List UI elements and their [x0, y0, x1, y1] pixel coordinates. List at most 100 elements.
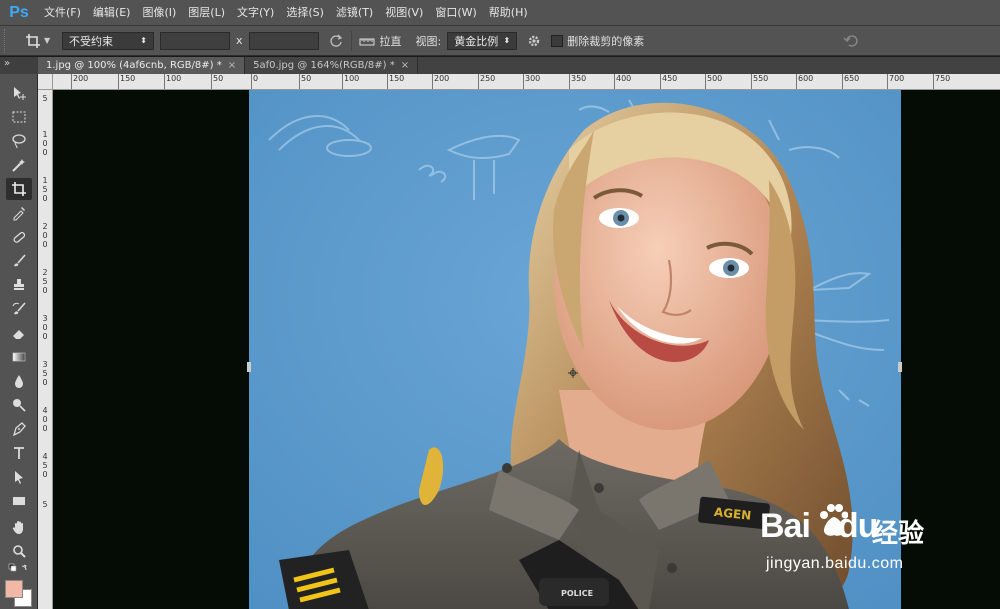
menu-select[interactable]: 选择(S)	[280, 0, 330, 26]
ruler-tick: 200	[431, 74, 450, 89]
ruler-tick: 4 5 0	[42, 452, 48, 479]
ruler-tick: 550	[750, 74, 769, 89]
crop-preset-arrow-icon[interactable]: ▼	[44, 36, 54, 45]
document-tabs: 1.jpg @ 100% (4af6cnb, RGB/8#) * × 5af0.…	[38, 57, 1000, 74]
crop-tool-icon[interactable]	[6, 178, 32, 200]
ruler-tick: 650	[841, 74, 860, 89]
ratio-select-value: 不受约束	[69, 34, 113, 48]
straighten-label[interactable]: 拉直	[380, 33, 402, 49]
eraser-tool-icon[interactable]	[6, 322, 32, 344]
crop-handle-left[interactable]	[247, 362, 251, 372]
view-label: 视图:	[415, 34, 442, 48]
crop-handle-right[interactable]	[898, 362, 902, 372]
gradient-tool-icon[interactable]	[6, 346, 32, 368]
menu-image[interactable]: 图像(I)	[136, 0, 182, 26]
ruler-tick: 200	[70, 74, 89, 89]
delete-cropped-option[interactable]: 删除裁剪的像素	[551, 33, 644, 49]
horizontal-ruler[interactable]: 200 150 100 50 0 50 100 150 200 250 300 …	[53, 74, 1000, 90]
ruler-tick: 400	[613, 74, 632, 89]
eyedropper-icon[interactable]	[6, 202, 32, 224]
healing-brush-icon[interactable]	[6, 226, 32, 248]
lasso-tool-icon[interactable]	[6, 130, 32, 152]
ruler-tick: 500	[704, 74, 723, 89]
menu-view[interactable]: 视图(V)	[379, 0, 429, 26]
menu-type[interactable]: 文字(Y)	[231, 0, 280, 26]
ruler-tick: 100	[163, 74, 182, 89]
menu-edit[interactable]: 编辑(E)	[87, 0, 137, 26]
ruler-tick: 50	[298, 74, 312, 89]
ruler-tick: 350	[568, 74, 587, 89]
menu-help[interactable]: 帮助(H)	[483, 0, 534, 26]
stamp-tool-icon[interactable]	[6, 274, 32, 296]
ruler-tick: 250	[477, 74, 496, 89]
ruler-tick: 2 5 0	[42, 268, 48, 295]
rectangle-tool-icon[interactable]	[6, 490, 32, 512]
menu-file[interactable]: 文件(F)	[38, 0, 87, 26]
ruler-tick: 5	[42, 94, 48, 103]
width-input[interactable]	[160, 31, 230, 50]
foreground-color-swatch[interactable]	[5, 580, 23, 598]
crop-preset-icon[interactable]	[22, 30, 44, 52]
ruler-tick: 5	[42, 500, 48, 509]
view-select[interactable]: 黄金比例 ⬍	[447, 31, 518, 50]
ruler-tick: 0	[250, 74, 259, 89]
ruler-tick: 3 5 0	[42, 360, 48, 387]
vertical-ruler[interactable]: 5 1 0 0 1 5 0 2 0 0 2 5 0 3 0 0 3 5 0 4 …	[38, 90, 53, 609]
tab-document-1-label: 1.jpg @ 100% (4af6cnb, RGB/8#) *	[46, 60, 222, 71]
menu-filter[interactable]: 滤镜(T)	[330, 0, 379, 26]
default-colors-icon[interactable]	[6, 562, 32, 576]
close-icon[interactable]: ×	[401, 60, 409, 71]
baidu-watermark: Bai du 经验 jingyan.baidu.com	[760, 503, 960, 587]
ruler-tick: 1 5 0	[42, 176, 48, 203]
dodge-tool-icon[interactable]	[6, 394, 32, 416]
options-divider	[350, 30, 352, 51]
history-brush-icon[interactable]	[6, 298, 32, 320]
ruler-tick: 4 0 0	[42, 406, 48, 433]
tab-document-1[interactable]: 1.jpg @ 100% (4af6cnb, RGB/8#) * ×	[38, 57, 246, 74]
tab-document-2[interactable]: 5af0.jpg @ 164%(RGB/8#) * ×	[245, 57, 419, 74]
view-select-value: 黄金比例	[454, 34, 499, 48]
brush-tool-icon[interactable]	[6, 250, 32, 272]
magic-wand-icon[interactable]	[6, 154, 32, 176]
marquee-tool-icon[interactable]	[6, 106, 32, 128]
tab-document-2-label: 5af0.jpg @ 164%(RGB/8#) *	[253, 60, 395, 71]
crop-settings-gear-icon[interactable]	[523, 30, 545, 52]
ruler-origin[interactable]	[38, 74, 53, 90]
ruler-tick: 50	[210, 74, 224, 89]
zoom-tool-icon[interactable]	[6, 540, 32, 562]
ruler-tick: 3 0 0	[42, 314, 48, 341]
delete-cropped-label: 删除裁剪的像素	[567, 34, 645, 48]
straighten-icon[interactable]	[356, 30, 378, 52]
menu-bar: Ps 文件(F) 编辑(E) 图像(I) 图层(L) 文字(Y) 选择(S) 滤…	[0, 0, 1000, 26]
ruler-tick: 150	[386, 74, 405, 89]
ruler-tick: 750	[932, 74, 951, 89]
pen-tool-icon[interactable]	[6, 418, 32, 440]
move-tool-icon[interactable]	[6, 82, 32, 104]
size-separator: x	[236, 34, 243, 47]
menu-window[interactable]: 窗口(W)	[429, 0, 482, 26]
canvas-workspace[interactable]: POLICE AGEN Bai du 经验 jingyan.baidu.com	[53, 90, 1000, 609]
swap-rotate-icon[interactable]	[325, 30, 347, 52]
menu-layer[interactable]: 图层(L)	[182, 0, 231, 26]
ratio-select[interactable]: 不受约束 ⬍	[62, 31, 154, 50]
ruler-tick: 700	[886, 74, 905, 89]
ratio-select-chevron-icon: ⬍	[140, 36, 147, 45]
height-input[interactable]	[248, 31, 319, 50]
baidu-paw-icon	[820, 504, 848, 536]
reset-undo-icon[interactable]	[840, 30, 862, 52]
type-tool-icon[interactable]	[6, 442, 32, 464]
delete-cropped-checkbox[interactable]	[551, 34, 564, 47]
ruler-tick: 100	[341, 74, 360, 89]
tools-collapse-toggle[interactable]: »	[0, 57, 38, 74]
view-select-chevron-icon: ⬍	[503, 36, 511, 45]
options-bar: ▼ 不受约束 ⬍ x 拉直 视图: 黄金比例 ⬍ 删除裁剪的像素	[0, 26, 1000, 56]
ruler-tick: 1 0 0	[42, 130, 48, 157]
hand-tool-icon[interactable]	[6, 516, 32, 538]
path-selection-icon[interactable]	[6, 466, 32, 488]
blur-tool-icon[interactable]	[6, 370, 32, 392]
tools-panel	[0, 74, 38, 609]
photoshop-logo: Ps	[9, 3, 29, 21]
svg-text:POLICE: POLICE	[561, 589, 593, 598]
close-icon[interactable]: ×	[228, 60, 236, 71]
ruler-tick: 300	[522, 74, 541, 89]
